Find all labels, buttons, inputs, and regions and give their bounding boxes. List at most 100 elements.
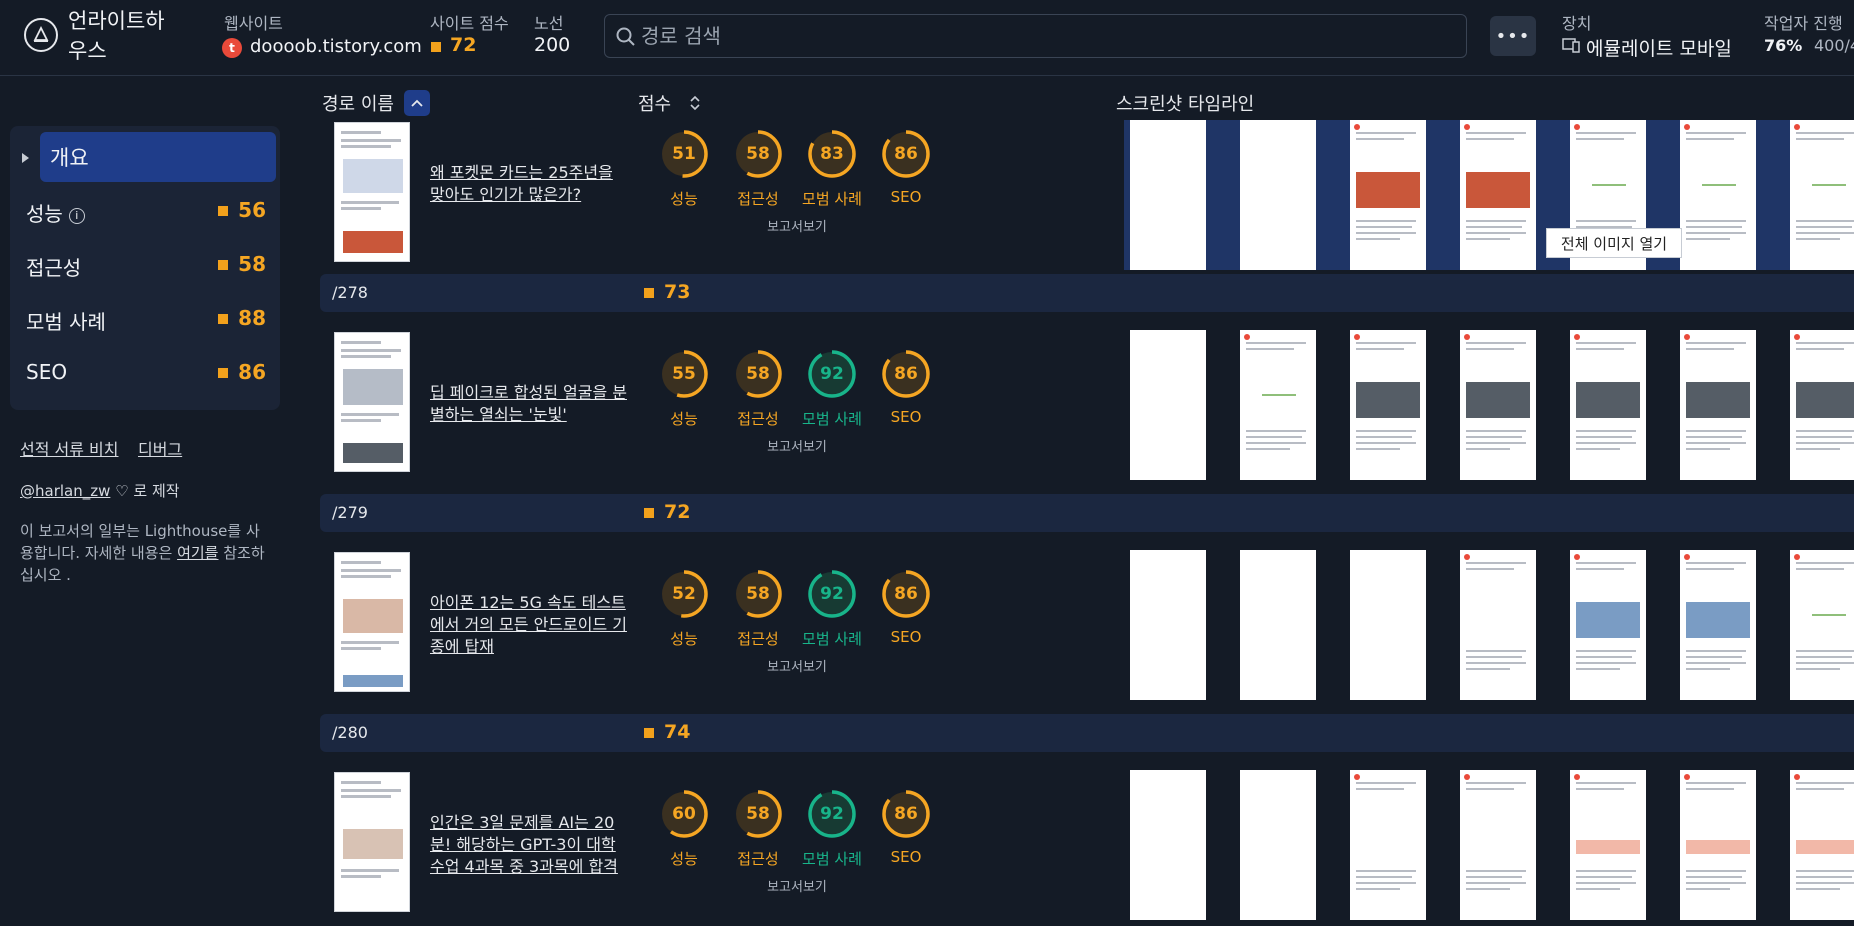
screenshot-frame[interactable] xyxy=(1460,330,1536,480)
gauge-score: 92 xyxy=(820,804,844,824)
screenshot-frame[interactable] xyxy=(1680,120,1756,270)
screenshot-frame[interactable] xyxy=(1790,330,1854,480)
score-square-icon xyxy=(431,42,441,52)
screenshot-frame[interactable] xyxy=(1680,330,1756,480)
score-gauge[interactable]: 51 xyxy=(658,128,710,180)
screenshot-frame[interactable] xyxy=(1570,770,1646,920)
docs-link[interactable]: 선적 서류 비치 xyxy=(20,436,119,460)
caret-right-icon[interactable] xyxy=(22,153,29,163)
gauge-score: 58 xyxy=(746,144,770,164)
screenshot-frame[interactable] xyxy=(1240,770,1316,920)
lighthouse-footnote: 이 보고서의 일부는 Lighthouse를 사용합니다. 자세한 내용은 여기… xyxy=(20,520,270,586)
view-report-link[interactable]: 보고서보기 xyxy=(752,656,842,675)
route-title-link[interactable]: 인간은 3일 문제를 AI는 20분! 해당하는 GPT-3이 대학 수업 4과… xyxy=(430,812,630,878)
device-value[interactable]: 에뮬레이트 모바일 xyxy=(1586,34,1732,61)
route-group-bar[interactable]: /279 72 xyxy=(320,494,1854,532)
info-icon[interactable]: i xyxy=(68,208,85,224)
page-thumbnail[interactable] xyxy=(334,552,410,692)
route-title-link[interactable]: 딥 페이크로 합성된 얼굴을 분별하는 열쇠는 '눈빛' xyxy=(430,382,630,426)
score-gauge[interactable]: 58 xyxy=(732,788,784,840)
lighthouse-logo-icon[interactable] xyxy=(24,18,58,52)
screenshot-frame[interactable] xyxy=(1130,550,1206,700)
search-box[interactable] xyxy=(604,14,1467,58)
site-score-label: 사이트 점수 xyxy=(430,14,509,33)
score-gauge[interactable]: 92 xyxy=(806,568,858,620)
chevron-up-icon xyxy=(411,99,423,107)
more-options-button[interactable]: ••• xyxy=(1490,16,1536,56)
column-score: 점수 xyxy=(638,94,672,115)
screenshot-frame[interactable] xyxy=(1680,770,1756,920)
score-gauge[interactable]: 86 xyxy=(880,128,932,180)
sort-toggle-button[interactable] xyxy=(682,90,708,116)
nav-item-performance[interactable]: 성능 i 56 xyxy=(10,186,280,236)
screenshot-frame[interactable] xyxy=(1350,330,1426,480)
score-gauge[interactable]: 83 xyxy=(806,128,858,180)
debug-link[interactable]: 디버그 xyxy=(138,436,182,460)
search-input[interactable] xyxy=(641,15,1441,57)
screenshot-timeline xyxy=(1124,770,1854,920)
view-report-link[interactable]: 보고서보기 xyxy=(752,436,842,455)
score-gauge[interactable]: 52 xyxy=(658,568,710,620)
screenshot-frame[interactable] xyxy=(1240,550,1316,700)
nav-item-accessibility[interactable]: 접근성 58 xyxy=(10,240,280,290)
site-favicon-icon: t xyxy=(222,38,242,58)
screenshot-frame[interactable] xyxy=(1680,550,1756,700)
open-full-image-button[interactable]: 전체 이미지 열기 xyxy=(1546,228,1682,258)
nav-overview[interactable]: 개요 xyxy=(40,132,276,182)
screenshot-frame[interactable] xyxy=(1460,550,1536,700)
nav-score: 58 xyxy=(238,252,266,276)
route-group-bar[interactable]: /278 73 xyxy=(320,274,1854,312)
score-gauge[interactable]: 60 xyxy=(658,788,710,840)
column-screenshot-timeline: 스크린샷 타임라인 xyxy=(1116,94,1255,115)
score-gauge[interactable]: 58 xyxy=(732,568,784,620)
score-gauge[interactable]: 58 xyxy=(732,128,784,180)
nav-item-seo[interactable]: SEO 86 xyxy=(10,348,280,398)
nav-item-best-practices[interactable]: 모범 사례 88 xyxy=(10,294,280,344)
gauge-score: 58 xyxy=(746,364,770,384)
score-gauge[interactable]: 86 xyxy=(880,348,932,400)
screenshot-frame[interactable] xyxy=(1460,770,1536,920)
score-gauge[interactable]: 92 xyxy=(806,348,858,400)
route-title-link[interactable]: 아이폰 12는 5G 속도 테스트에서 거의 모든 안드로이드 기종에 탑재 xyxy=(430,592,630,658)
route-title-link[interactable]: 왜 포켓몬 카드는 25주년을 맞아도 인기가 많은가? xyxy=(430,162,630,206)
progress-count: 400/40 xyxy=(1814,36,1854,55)
score-gauge[interactable]: 58 xyxy=(732,348,784,400)
website-value[interactable]: doooob.tistory.com xyxy=(250,36,422,57)
page-thumbnail[interactable] xyxy=(334,772,410,912)
routes-value: 200 xyxy=(534,34,571,56)
gauge-score: 92 xyxy=(820,364,844,384)
sort-asc-button[interactable] xyxy=(404,90,430,116)
screenshot-frame[interactable] xyxy=(1570,550,1646,700)
screenshot-frame[interactable] xyxy=(1350,550,1426,700)
score-gauge[interactable]: 86 xyxy=(880,788,932,840)
screenshot-frame[interactable] xyxy=(1790,770,1854,920)
route-group-bar[interactable]: /280 74 xyxy=(320,714,1854,752)
view-report-link[interactable]: 보고서보기 xyxy=(752,216,842,235)
screenshot-frame[interactable] xyxy=(1130,120,1206,270)
footnote-link[interactable]: 여기를 xyxy=(177,544,218,562)
screenshot-frame[interactable] xyxy=(1350,770,1426,920)
screenshot-frame[interactable] xyxy=(1130,770,1206,920)
screenshot-timeline xyxy=(1124,120,1854,270)
gauge-score: 60 xyxy=(672,804,696,824)
view-report-link[interactable]: 보고서보기 xyxy=(752,876,842,895)
nav-label: SEO xyxy=(26,360,68,384)
screenshot-frame[interactable] xyxy=(1130,330,1206,480)
screenshot-frame[interactable] xyxy=(1790,120,1854,270)
progress-percent: 76% xyxy=(1764,36,1803,55)
screenshot-frame[interactable] xyxy=(1460,120,1536,270)
score-gauge[interactable]: 92 xyxy=(806,788,858,840)
route-group-score: 72 xyxy=(664,501,691,523)
score-gauge[interactable]: 55 xyxy=(658,348,710,400)
score-gauge[interactable]: 86 xyxy=(880,568,932,620)
screenshot-frame[interactable] xyxy=(1240,120,1316,270)
gauge-score: 55 xyxy=(672,364,696,384)
screenshot-frame[interactable] xyxy=(1570,330,1646,480)
gauge-score: 51 xyxy=(672,144,696,164)
screenshot-frame[interactable] xyxy=(1790,550,1854,700)
page-thumbnail[interactable] xyxy=(334,122,410,262)
author-link[interactable]: @harlan_zw xyxy=(20,482,110,500)
page-thumbnail[interactable] xyxy=(334,332,410,472)
screenshot-frame[interactable] xyxy=(1350,120,1426,270)
screenshot-frame[interactable] xyxy=(1240,330,1316,480)
